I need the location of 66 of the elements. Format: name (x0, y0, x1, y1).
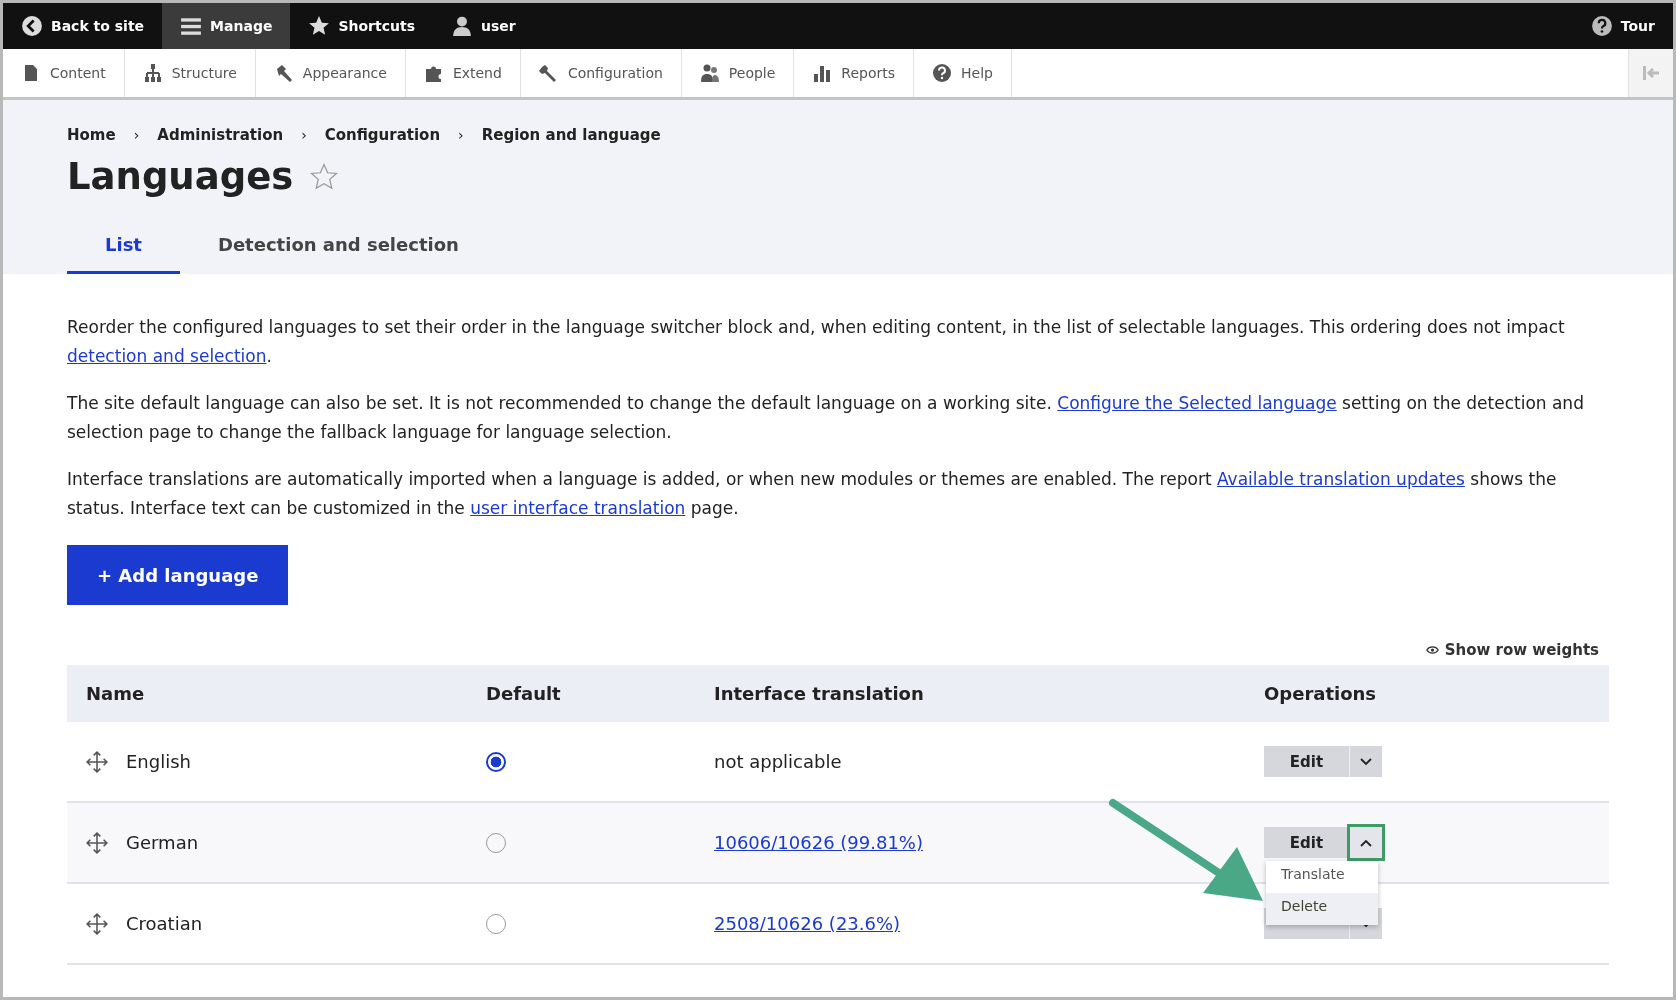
text-link[interactable]: Available translation updates (1216, 469, 1465, 489)
drag-handle-icon[interactable] (86, 831, 108, 854)
translation-status: not applicable (714, 751, 842, 772)
text-link[interactable]: detection and selection (67, 346, 267, 366)
admin-menu-item[interactable]: Reports (794, 49, 915, 97)
dropdown-item[interactable]: Translate (1266, 861, 1378, 893)
admin-menu-item[interactable]: Appearance (255, 49, 406, 97)
eye-icon (1425, 645, 1439, 655)
toolbar-tab[interactable]: Manage (162, 3, 291, 49)
back-icon (21, 15, 43, 37)
translation-link[interactable]: 10606/10626 (99.81%) (714, 832, 923, 853)
description-paragraph: The site default language can also be set. It is not recommended to change the default language on a working site. Configure the Selected language setting on the detection and selection page to change the fallback language for language selection. (67, 392, 1585, 444)
collapse-icon (1641, 63, 1661, 83)
text-link[interactable]: Configure the Selected language (1057, 393, 1337, 413)
chevron-up-icon (1360, 838, 1372, 847)
admin-menu-item[interactable]: Structure (124, 49, 256, 97)
admin-menu-item[interactable]: Extend (405, 49, 521, 97)
tour-button[interactable]: Tour (1572, 3, 1673, 49)
column-header: Name (86, 683, 146, 704)
wrench-icon (538, 63, 559, 83)
help-icon (932, 63, 953, 83)
help-icon (1590, 15, 1613, 37)
add-language-button[interactable]: + Add language (67, 545, 289, 605)
admin-menu-item[interactable]: People (681, 49, 795, 97)
language-name: Croatian (126, 913, 203, 934)
drag-handle-icon[interactable] (86, 912, 108, 935)
text-link[interactable]: user interface translation (470, 498, 686, 518)
admin-menu-item[interactable]: Content (3, 49, 125, 97)
default-radio[interactable] (486, 751, 506, 772)
breadcrumb-separator: › (301, 127, 307, 143)
people-icon (699, 63, 720, 83)
chevron-down-icon (1360, 757, 1372, 766)
star-outline-icon[interactable] (309, 162, 340, 192)
admin-menu-item[interactable]: Configuration (520, 49, 682, 97)
tab[interactable]: Detection and selection (179, 220, 497, 274)
hierarchy-icon (142, 63, 163, 83)
drag-handle-icon[interactable] (86, 750, 108, 773)
dropdown-toggle[interactable] (1350, 827, 1382, 858)
breadcrumb-link[interactable]: Configuration (324, 126, 441, 144)
user-icon (451, 15, 473, 37)
language-name: English (126, 751, 191, 772)
edit-button[interactable]: Edit (1264, 746, 1350, 777)
page-title: Languages (67, 154, 294, 200)
edit-button[interactable]: Edit (1264, 827, 1350, 858)
show-row-weights-link[interactable]: Show row weights (1425, 641, 1599, 659)
toolbar-tab[interactable]: Back to site (3, 3, 163, 49)
breadcrumb-separator: › (133, 127, 140, 143)
tab[interactable]: List (67, 220, 180, 274)
breadcrumb-link[interactable]: Home (67, 126, 116, 144)
menu-icon (180, 15, 203, 37)
star-icon (308, 15, 331, 37)
breadcrumb-link[interactable]: Administration (157, 126, 284, 144)
breadcrumb-link[interactable]: Region and language (481, 126, 661, 144)
bar-chart-icon (812, 63, 833, 83)
toolbar-tab[interactable]: Shortcuts (290, 3, 433, 49)
breadcrumb-separator: › (458, 127, 464, 143)
column-header: Default (486, 683, 562, 704)
description-paragraph: Reorder the configured languages to set their order in the language switcher block and, when editing content, in the list of selectable languages. This ordering does not impact detection and selection. (67, 316, 1566, 368)
language-name: German (126, 832, 199, 853)
column-header: Operations (1264, 683, 1378, 704)
dropdown-toggle[interactable] (1350, 746, 1382, 777)
toolbar-tab[interactable]: user (433, 3, 534, 49)
admin-menu-item[interactable]: Help (914, 49, 1012, 97)
description-paragraph: Interface translations are automatically imported when a language is added, or when new modules or themes are enabled. The report Available translation updates shows the status. Interface text can be customized in the user interface translation page. (67, 468, 1558, 520)
column-header: Interface translation (714, 683, 925, 704)
translation-link[interactable]: 2508/10626 (23.6%) (714, 913, 901, 934)
